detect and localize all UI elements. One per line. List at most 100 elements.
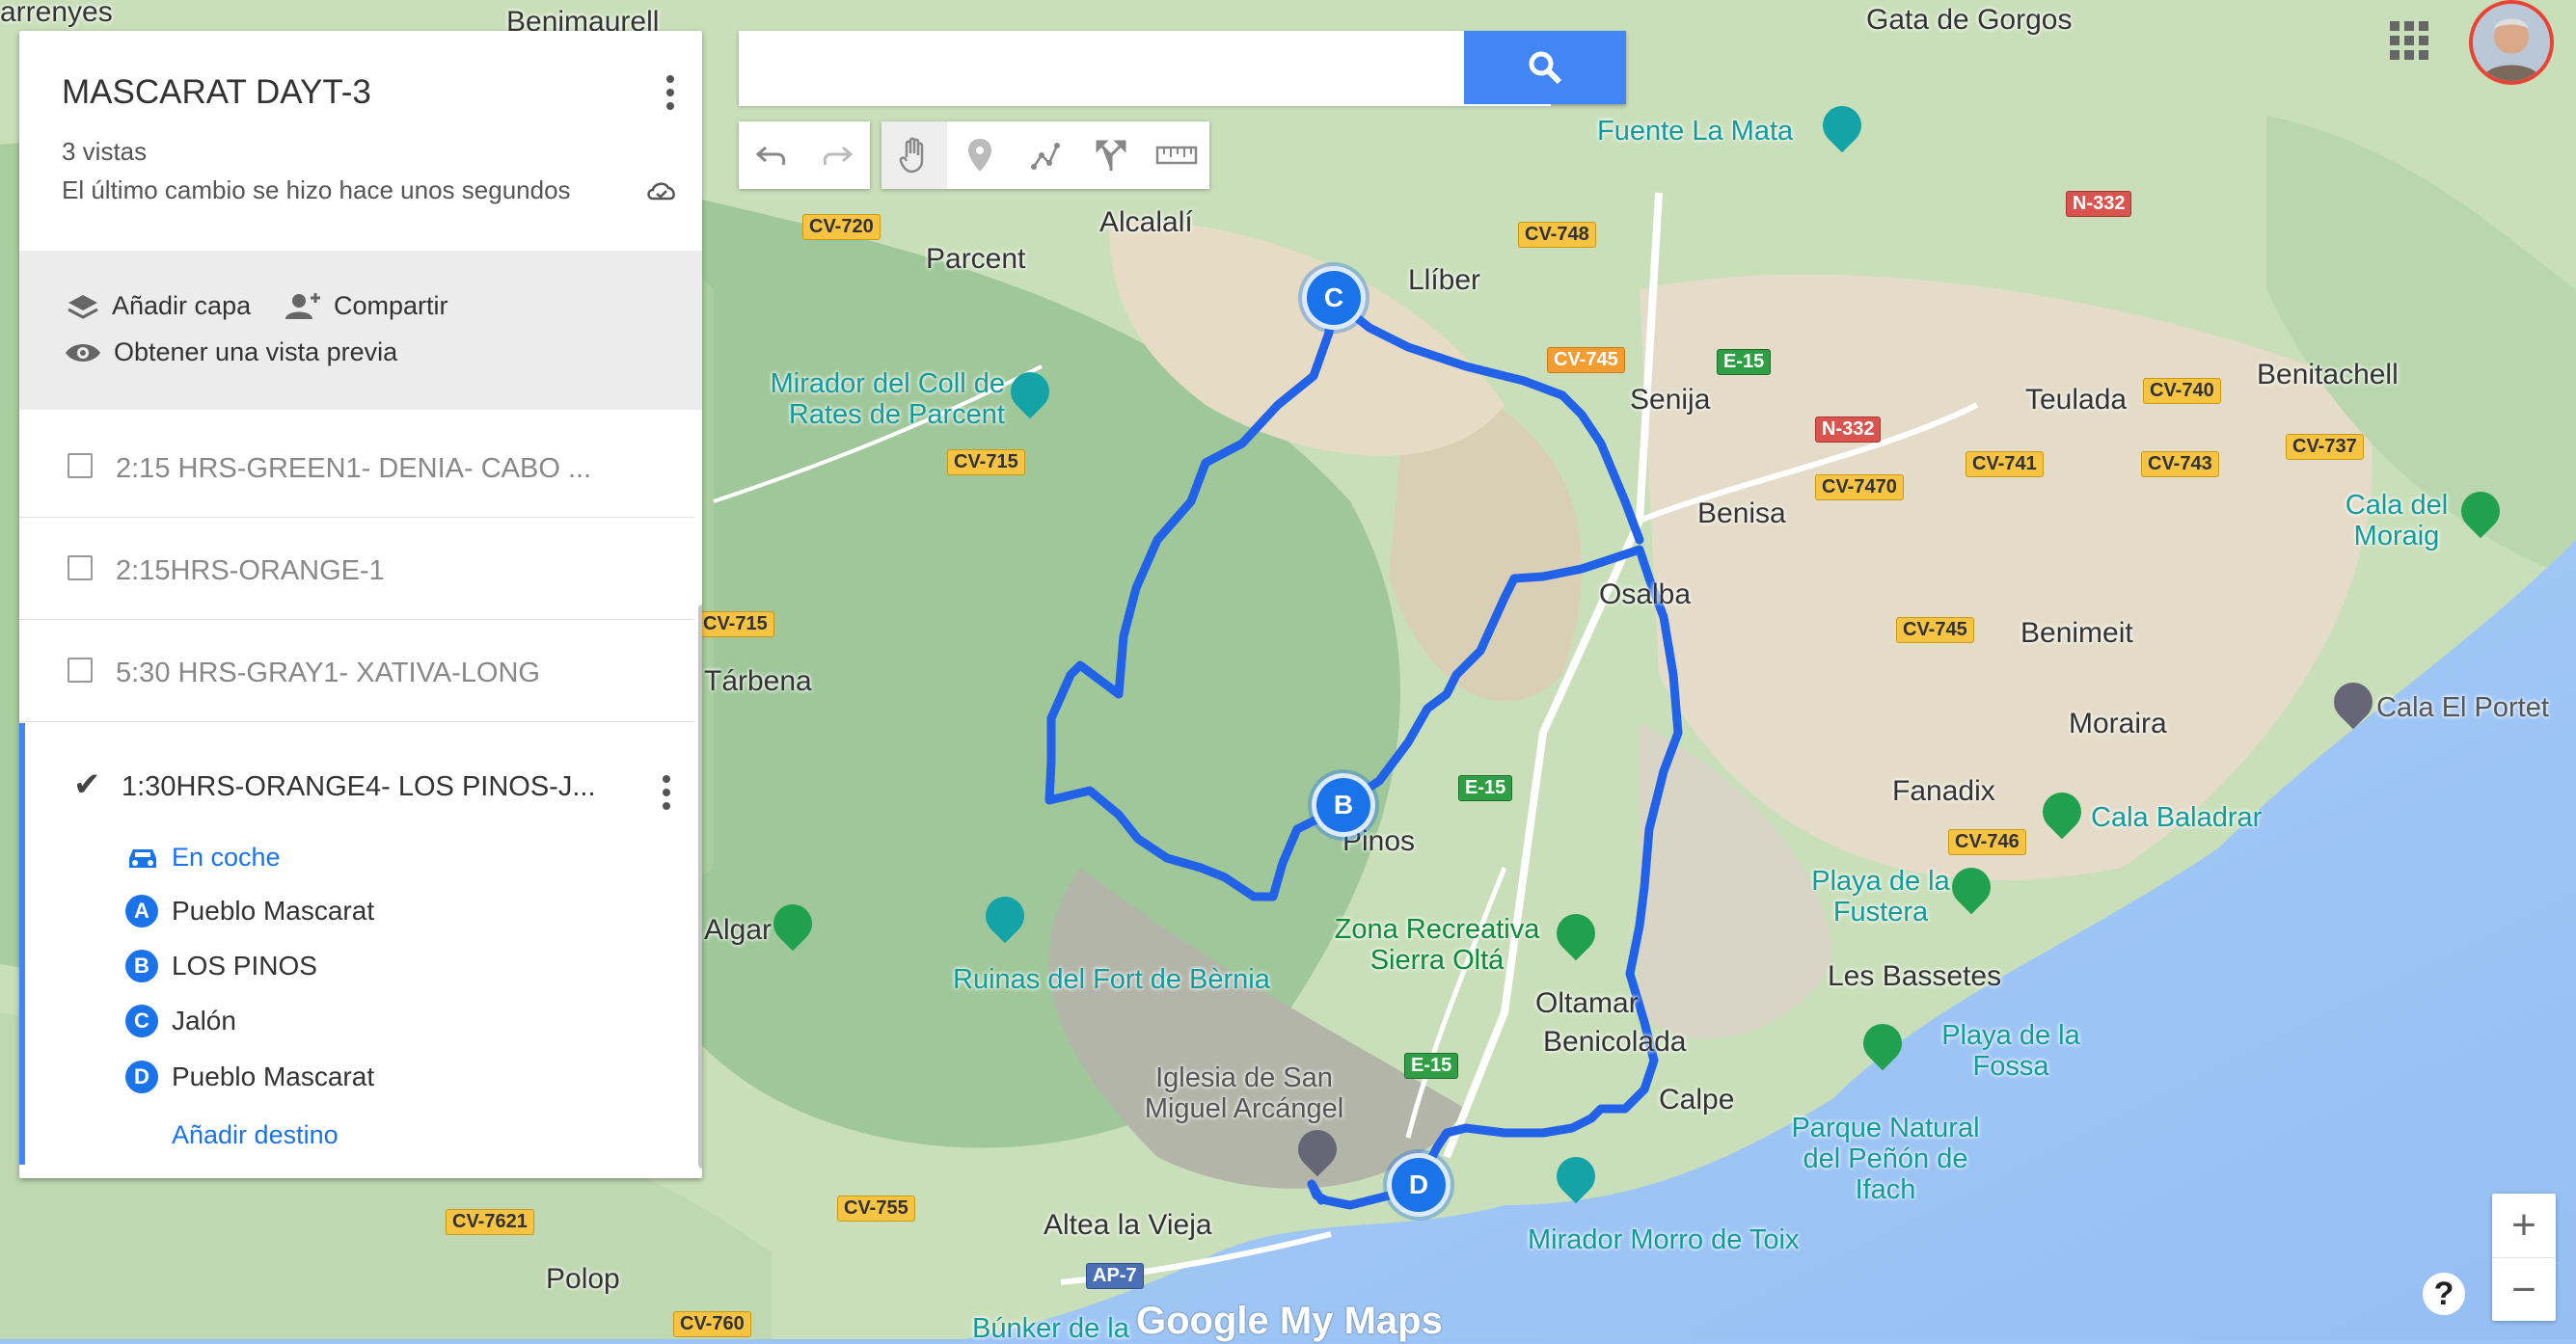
place-label: Tárbena (704, 665, 812, 697)
search-button[interactable] (1464, 31, 1626, 104)
add-layer-label: Añadir capa (112, 291, 252, 320)
route-stop[interactable]: C Jalón (125, 1005, 236, 1037)
layer-label: 2:15 HRS-GREEN1- DENIA- CABO ... (116, 453, 592, 484)
travel-mode-label: En coche (172, 843, 281, 872)
add-layer-button[interactable]: Añadir capa (66, 291, 251, 321)
place-label: arrenyes (0, 0, 113, 28)
preview-label: Obtener una vista previa (114, 337, 398, 366)
redo-button[interactable] (804, 121, 870, 189)
poi-label[interactable]: Iglesia de San Miguel Arcángel (1138, 1062, 1350, 1124)
road-shield: CV-740 (2143, 378, 2221, 404)
stop-name: Pueblo Mascarat (172, 1062, 375, 1091)
undo-button[interactable] (739, 121, 804, 189)
preview-button[interactable]: Obtener una vista previa (64, 337, 397, 367)
add-person-icon (285, 292, 320, 319)
draw-line-button[interactable] (1013, 121, 1078, 189)
marker-icon (968, 139, 991, 172)
route-marker-c[interactable]: C (1302, 266, 1366, 330)
road-shield: AP-7 (1086, 1263, 1144, 1289)
road-shield: CV-741 (1966, 451, 2044, 477)
layer-checkbox[interactable] (68, 453, 93, 478)
layer-label: 2:15HRS-ORANGE-1 (116, 555, 385, 586)
map-title[interactable]: MASCARAT DAYT-3 (62, 73, 371, 112)
place-label: Benicolada (1543, 1026, 1687, 1058)
measure-button[interactable] (1144, 121, 1209, 189)
directions-button[interactable] (1078, 121, 1144, 189)
route-stop[interactable]: B LOS PINOS (125, 950, 317, 982)
share-label: Compartir (334, 291, 448, 320)
poi-label[interactable]: Mirador Morro de Toix (1528, 1224, 1800, 1255)
marker-c-icon: C (125, 1005, 158, 1037)
poi-label[interactable]: Mirador del Coll de Rates de Parcent (725, 368, 1005, 430)
layer-checkbox[interactable] (68, 555, 93, 580)
undo-icon (755, 146, 786, 166)
road-shield: N-332 (1815, 417, 1882, 443)
map-toolbar (739, 121, 1221, 189)
road-shield: E-15 (1404, 1053, 1459, 1079)
road-shield: CV-746 (1948, 829, 2026, 855)
panel-scrollbar[interactable] (698, 605, 702, 1169)
place-label: Senija (1630, 384, 1711, 416)
layer-item[interactable]: 2:15 HRS-GREEN1- DENIA- CABO ... (19, 417, 694, 518)
avatar[interactable] (2469, 0, 2554, 85)
directions-icon (1096, 140, 1126, 171)
view-count: 3 vistas (62, 137, 148, 166)
travel-mode[interactable]: En coche (125, 843, 281, 873)
layer-checkbox-checked[interactable]: ✔ (73, 768, 101, 801)
road-shield: CV-755 (837, 1196, 915, 1222)
poi-label[interactable]: Cala El Portet (2376, 692, 2549, 723)
line-icon (1031, 143, 1060, 170)
place-label: Llíber (1408, 264, 1481, 296)
road-shield: E-15 (1717, 349, 1772, 375)
place-label: Algar (704, 914, 773, 946)
poi-label[interactable]: Cala Baladrar (2091, 802, 2262, 833)
road-shield: CV-737 (2286, 434, 2364, 460)
road-shield: CV-720 (802, 214, 881, 240)
marker-a-icon: A (125, 895, 158, 927)
zoom-out-button[interactable]: − (2492, 1258, 2556, 1322)
road-shield: CV-715 (947, 449, 1025, 475)
place-label: Moraira (2069, 708, 2167, 739)
poi-label[interactable]: Ruinas del Fort de Bèrnia (953, 964, 1270, 995)
road-shield: CV-745 (1896, 617, 1974, 643)
zoom-in-button[interactable]: + (2492, 1194, 2556, 1258)
panel-actions: Añadir capa Compartir Obtener una vista … (19, 251, 702, 410)
place-label: Gata de Gorgos (1866, 4, 2073, 36)
poi-label[interactable]: Playa de la Fustera (1803, 866, 1958, 927)
road-shield: E-15 (1458, 775, 1513, 801)
share-button[interactable]: Compartir (282, 291, 448, 321)
place-label: Benitachell (2257, 359, 2399, 390)
poi-label: Búnker de la (972, 1313, 1129, 1344)
apps-grid-icon[interactable] (2390, 21, 2428, 60)
route-marker-b[interactable]: B (1312, 773, 1375, 837)
layer-item[interactable]: 5:30 HRS-GRAY1- XATIVA-LONG (19, 621, 694, 722)
layer-checkbox[interactable] (68, 658, 93, 683)
layer-label[interactable]: 1:30HRS-ORANGE4- LOS PINOS-J... (122, 771, 596, 803)
hand-icon (899, 137, 924, 174)
route-marker-d[interactable]: D (1387, 1153, 1451, 1217)
zoom-control: + − (2492, 1194, 2556, 1321)
layer-item[interactable]: 2:15HRS-ORANGE-1 (19, 519, 694, 620)
layer-options-icon[interactable] (660, 769, 673, 816)
poi-label[interactable]: Playa de la Fossa (1929, 1020, 2093, 1082)
map-options-icon[interactable] (664, 69, 677, 116)
add-marker-button[interactable] (947, 121, 1013, 189)
add-destination-link[interactable]: Añadir destino (172, 1120, 339, 1150)
place-label: Oltamar (1535, 987, 1639, 1019)
poi-label[interactable]: Parque Natural del Peñón de Ifach (1775, 1113, 1996, 1205)
place-label: Benisa (1697, 497, 1786, 529)
hand-tool-button[interactable] (881, 121, 947, 189)
place-label: Fanadix (1892, 775, 1995, 807)
place-label: Les Bassetes (1828, 960, 2002, 992)
active-layer: ✔ 1:30HRS-ORANGE4- LOS PINOS-J... En coc… (19, 723, 700, 1165)
ruler-icon (1155, 146, 1198, 165)
search-input[interactable] (739, 31, 1551, 106)
last-change-status: El último cambio se hizo hace unos segun… (62, 175, 571, 204)
search-icon (1529, 51, 1562, 85)
poi-label[interactable]: Zona Recreativa Sierra Oltá (1321, 914, 1553, 976)
route-stop[interactable]: D Pueblo Mascarat (125, 1061, 374, 1093)
poi-label[interactable]: Fuente La Mata (1597, 116, 1793, 147)
poi-label[interactable]: Cala del Moraig (2344, 490, 2450, 551)
help-button[interactable]: ? (2423, 1273, 2465, 1315)
route-stop[interactable]: A Pueblo Mascarat (125, 895, 374, 927)
